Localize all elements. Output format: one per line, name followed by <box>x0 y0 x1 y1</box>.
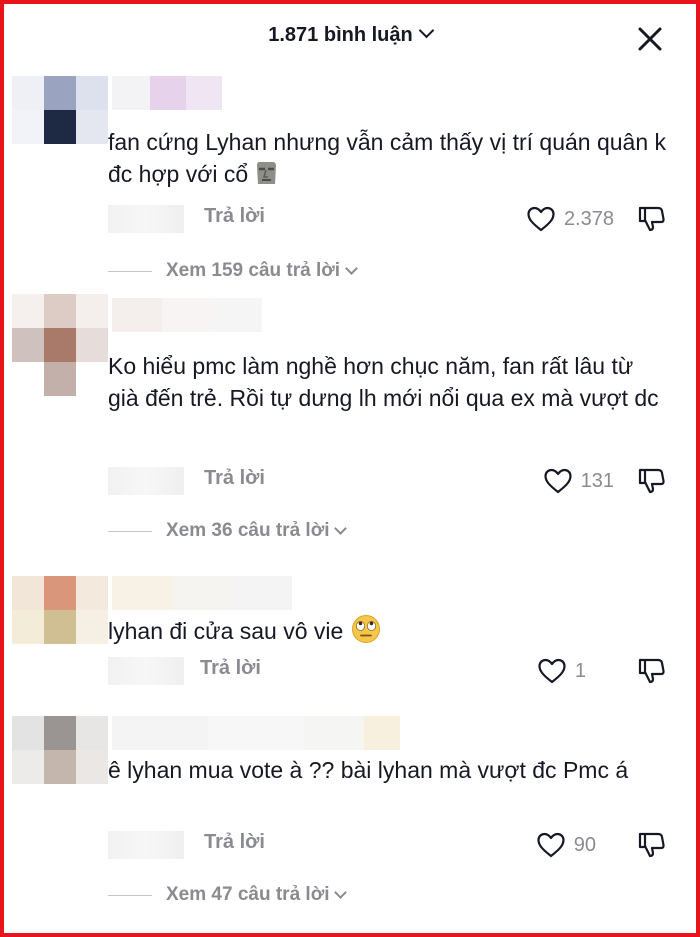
comment-text: Ko hiểu pmc làm nghề hơn chục năm, fan r… <box>108 353 659 411</box>
reply-button[interactable]: Trả lời <box>204 467 265 490</box>
view-replies-button[interactable]: Xem 47 câu trả lời <box>108 880 348 910</box>
like-button[interactable]: 90 <box>536 828 596 862</box>
comment-actions: Trả lời 2.378 <box>108 202 668 236</box>
comment-count-title: 1.871 bình luận <box>268 24 413 46</box>
like-count: 131 <box>580 469 614 492</box>
avatar[interactable] <box>12 716 108 788</box>
thumbs-down-icon <box>638 468 665 494</box>
thumbs-down-icon <box>638 658 665 684</box>
like-button[interactable]: 1 <box>537 654 586 688</box>
like-button[interactable]: 2.378 <box>526 202 614 236</box>
comment-text: ê lyhan mua vote à ?? bài lyhan mà vượt … <box>108 757 629 783</box>
reply-button[interactable]: Trả lời <box>200 657 261 680</box>
heart-icon <box>537 832 565 858</box>
comment-text: fan cứng Lyhan nhưng vẫn cảm thấy vị trí… <box>108 129 667 187</box>
like-count: 1 <box>574 659 586 682</box>
like-count: 90 <box>573 833 596 856</box>
chevron-down-icon <box>334 885 348 899</box>
like-button[interactable]: 131 <box>543 464 614 498</box>
thumbs-down-icon <box>638 832 665 858</box>
comment-count-dropdown[interactable]: 1.871 bình luận <box>0 22 700 47</box>
comment-actions: Trả lời 131 <box>108 464 668 498</box>
view-replies-button[interactable]: Xem 159 câu trả lời <box>108 256 358 286</box>
avatar[interactable] <box>12 576 108 648</box>
dislike-button[interactable] <box>636 203 668 235</box>
heart-icon <box>538 658 566 684</box>
heart-icon <box>544 468 572 494</box>
comment-text: lyhan đi cửa sau vô vie <box>108 614 668 647</box>
reply-button[interactable]: Trả lời <box>204 205 265 228</box>
reply-button[interactable]: Trả lời <box>204 831 265 854</box>
blurred-date <box>108 657 184 685</box>
dislike-button[interactable] <box>636 829 668 861</box>
avatar[interactable] <box>12 74 108 146</box>
avatar[interactable] <box>12 294 108 396</box>
blurred-username <box>112 576 292 610</box>
blurred-date <box>108 831 184 859</box>
blurred-username <box>112 716 400 750</box>
chevron-down-icon <box>345 261 358 275</box>
comments-header: 1.871 bình luận <box>0 18 700 60</box>
blurred-username <box>112 298 262 332</box>
dislike-button[interactable] <box>636 465 668 497</box>
blurred-date <box>108 205 184 233</box>
comment-actions: Trả lời 90 <box>108 828 668 862</box>
moai-emoji-icon <box>252 159 280 187</box>
close-icon <box>638 27 662 51</box>
like-count: 2.378 <box>563 207 614 230</box>
close-button[interactable] <box>635 24 665 54</box>
comment-actions: Trả lời 1 <box>108 654 668 688</box>
blurred-date <box>108 467 184 495</box>
dislike-button[interactable] <box>636 655 668 687</box>
heart-icon <box>527 206 555 232</box>
chevron-down-icon <box>418 22 435 39</box>
blurred-username <box>112 76 222 110</box>
chevron-down-icon <box>334 521 348 535</box>
thumbs-down-icon <box>638 206 665 232</box>
view-replies-button[interactable]: Xem 36 câu trả lời <box>108 516 348 546</box>
eye-roll-emoji-icon <box>351 614 381 644</box>
